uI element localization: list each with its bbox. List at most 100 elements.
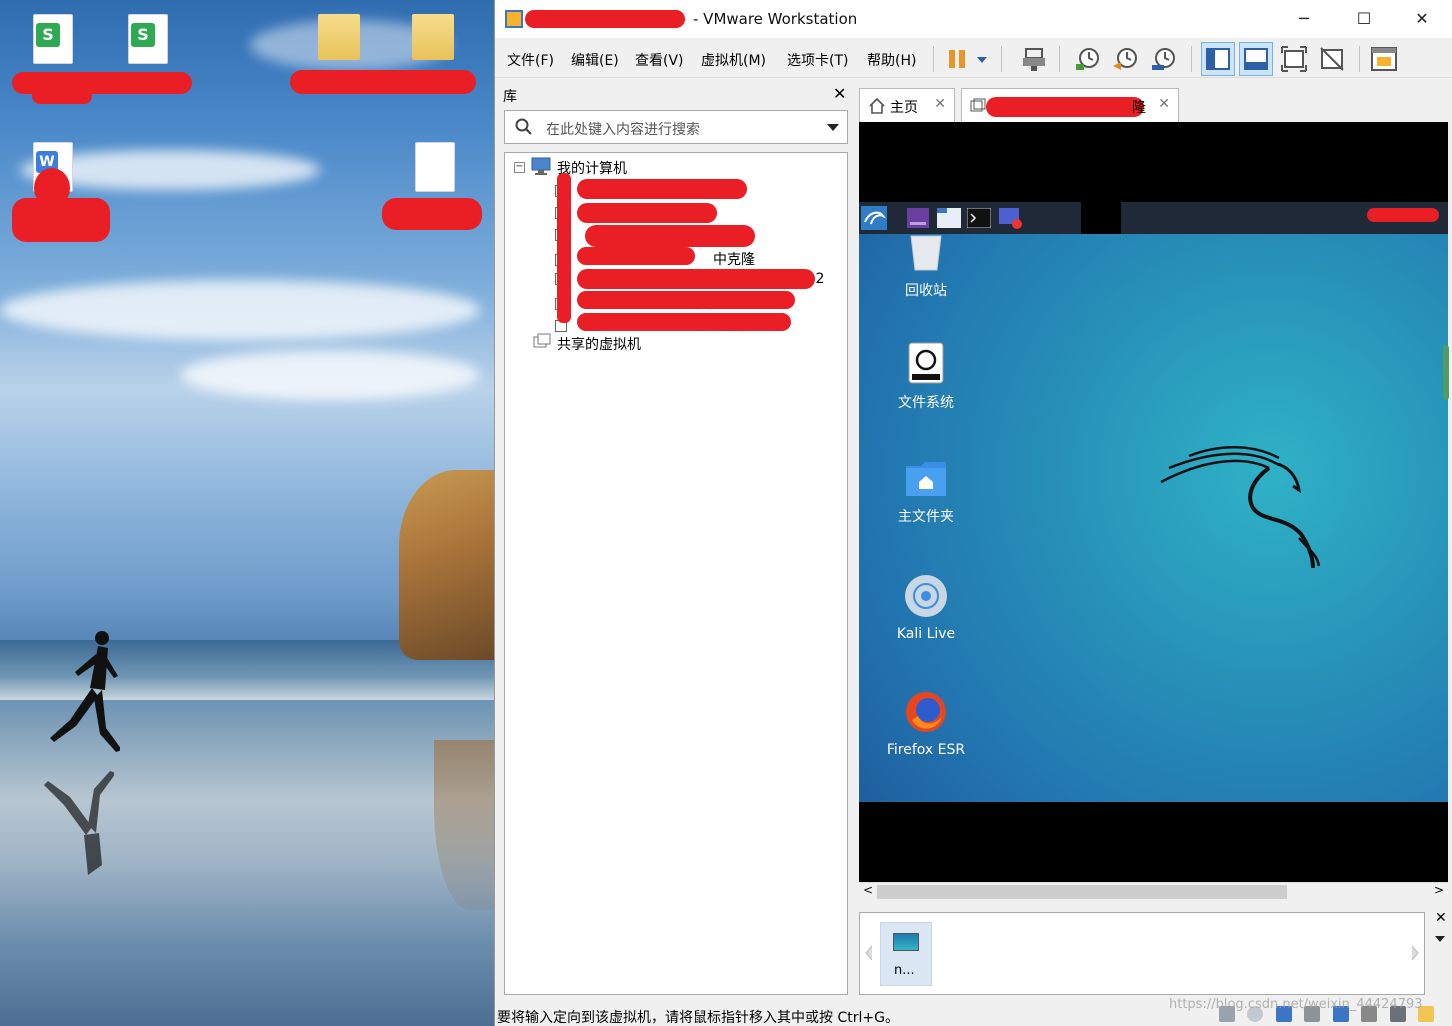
redaction-mark — [32, 88, 92, 104]
redaction-mark — [577, 203, 717, 223]
full-screen-icon[interactable] — [1279, 44, 1309, 74]
redaction-mark — [986, 97, 1144, 117]
window-title: - VMware Workstation — [693, 10, 858, 28]
kali-icon-home-folder[interactable]: 主文件夹 — [881, 460, 971, 526]
desktop-background: S S W — [0, 0, 494, 1026]
search-dropdown-icon[interactable] — [827, 124, 839, 131]
redaction-mark — [1367, 208, 1439, 222]
toolbar-separator — [1359, 46, 1360, 72]
snapshot-manager-icon[interactable] — [1149, 44, 1179, 74]
vm-console[interactable]: 回收站 文件系统 主文件夹 Kali Live Firefox ESR — [859, 122, 1448, 882]
menu-file[interactable]: 文件(F) — [507, 50, 554, 70]
kali-desktop[interactable]: 回收站 文件系统 主文件夹 Kali Live Firefox ESR — [859, 202, 1448, 802]
thumbnail-bar-close-button[interactable]: ✕ — [1435, 910, 1447, 926]
screen-recorder-icon[interactable] — [999, 208, 1023, 230]
file-manager-icon[interactable] — [937, 208, 961, 228]
thumbnail-bar: n... — [859, 912, 1425, 995]
revert-snapshot-icon[interactable] — [1111, 44, 1141, 74]
desktop-icon-folder-2[interactable] — [398, 14, 468, 60]
tab-home-label: 主页 — [890, 100, 918, 116]
tree-shared-vms[interactable]: 共享的虚拟机 — [557, 334, 641, 354]
title-bar[interactable]: - VMware Workstation ─ ☐ ✕ — [495, 0, 1452, 38]
chevron-down-icon[interactable] — [973, 44, 991, 74]
unity-icon[interactable] — [1317, 44, 1347, 74]
vm-horizontal-scrollbar[interactable]: < > — [859, 882, 1448, 900]
show-thumbnail-bar-icon[interactable] — [1241, 44, 1271, 74]
kali-top-panel — [859, 202, 1448, 234]
vm-vertical-scroll-indicator[interactable] — [1443, 345, 1449, 400]
kali-icon-filesystem[interactable]: 文件系统 — [881, 342, 971, 412]
scrollbar-thumb[interactable] — [877, 885, 1287, 899]
menu-view[interactable]: 查看(V) — [635, 50, 684, 70]
vm-thumbnail[interactable]: n... — [880, 922, 932, 986]
tab-vm-label: 隆 — [1132, 100, 1146, 116]
library-tree: − 我的计算机 中克隆 .2 的二号克隆 的链接克隆 共享的虚拟机 — [504, 152, 848, 995]
harddisk-icon — [908, 342, 944, 384]
toolbar-separator — [1001, 46, 1002, 72]
firefox-icon — [906, 692, 946, 732]
redaction-mark — [34, 168, 70, 208]
tab-home-close-button[interactable]: ✕ — [934, 96, 946, 112]
desktop-icon-textfile[interactable] — [400, 142, 470, 192]
kali-menu-icon[interactable] — [861, 206, 887, 230]
library-close-button[interactable]: ✕ — [833, 84, 846, 103]
maximize-button[interactable]: ☐ — [1335, 0, 1393, 38]
kali-icon-label: Kali Live — [896, 626, 956, 642]
watermark: https://blog.csdn.net/weixin_44424793 — [1169, 997, 1423, 1012]
kali-icon-trash[interactable]: 回收站 — [881, 232, 971, 300]
runner-reflection — [44, 771, 114, 875]
tree-collapse-icon[interactable]: − — [514, 162, 525, 173]
workspace-icon[interactable] — [907, 208, 929, 228]
minimize-button[interactable]: ─ — [1275, 0, 1333, 38]
kali-panel-taskbar — [1081, 202, 1121, 234]
library-search-input[interactable]: 在此处键入内容进行搜索 — [504, 110, 848, 144]
redaction-mark — [382, 198, 482, 230]
vm-tab-icon — [970, 98, 986, 112]
spreadsheet-icon: S — [33, 14, 73, 64]
kali-icon-label: 主文件夹 — [898, 509, 954, 525]
home-icon — [869, 97, 885, 114]
home-folder-icon — [906, 462, 946, 496]
desktop-icon-folder-1[interactable] — [304, 14, 374, 60]
menu-edit[interactable]: 编辑(E) — [571, 50, 619, 70]
vmware-window: - VMware Workstation ─ ☐ ✕ 文件(F) 编辑(E) 查… — [494, 0, 1452, 1026]
status-text: 要将输入定向到该虚拟机，请将鼠标指针移入其中或按 Ctrl+G。 — [497, 1010, 899, 1026]
thumb-prev-icon[interactable] — [864, 945, 874, 961]
show-library-icon[interactable] — [1203, 44, 1233, 74]
redaction-mark — [577, 247, 695, 265]
tab-vm-close-button[interactable]: ✕ — [1158, 96, 1170, 112]
menu-tabs[interactable]: 选项卡(T) — [787, 50, 848, 70]
scroll-left-icon[interactable]: < — [863, 883, 873, 897]
menu-vm[interactable]: 虚拟机(M) — [701, 50, 766, 70]
cliff — [399, 470, 494, 660]
kali-icon-label: Firefox ESR — [886, 742, 966, 758]
text-file-icon — [415, 142, 455, 192]
trash-icon — [910, 235, 942, 271]
send-ctrl-alt-del-icon[interactable] — [1019, 44, 1049, 74]
kali-icon-firefox[interactable]: Firefox ESR — [881, 690, 971, 758]
scroll-right-icon[interactable]: > — [1434, 883, 1444, 897]
redaction-mark — [585, 225, 755, 247]
spreadsheet-icon: S — [128, 14, 168, 64]
search-placeholder: 在此处键入内容进行搜索 — [546, 122, 700, 138]
thumbnail-bar-menu-icon[interactable] — [1435, 936, 1445, 942]
console-view-icon[interactable] — [1369, 44, 1399, 74]
desktop-icon-sheet-1[interactable]: S — [18, 14, 88, 64]
tab-home[interactable]: 主页 ✕ — [859, 88, 955, 122]
redaction-mark — [577, 291, 795, 309]
snapshot-icon[interactable] — [1073, 44, 1103, 74]
toolbar-separator — [1059, 46, 1060, 72]
kali-icon-kali-live[interactable]: Kali Live — [881, 574, 971, 642]
folder-icon — [412, 14, 454, 60]
terminal-icon[interactable] — [967, 208, 991, 228]
close-button[interactable]: ✕ — [1393, 0, 1451, 38]
tab-vm[interactable]: 隆 ✕ — [961, 88, 1179, 122]
cloud — [180, 350, 480, 400]
kali-dragon-logo — [1160, 446, 1321, 569]
redaction-mark — [525, 10, 685, 28]
menu-help[interactable]: 帮助(H) — [867, 50, 916, 70]
thumb-next-icon[interactable] — [1410, 945, 1420, 961]
pause-icon[interactable] — [943, 44, 973, 74]
desktop-icon-sheet-2[interactable]: S — [113, 14, 183, 64]
redaction-mark — [290, 70, 476, 94]
